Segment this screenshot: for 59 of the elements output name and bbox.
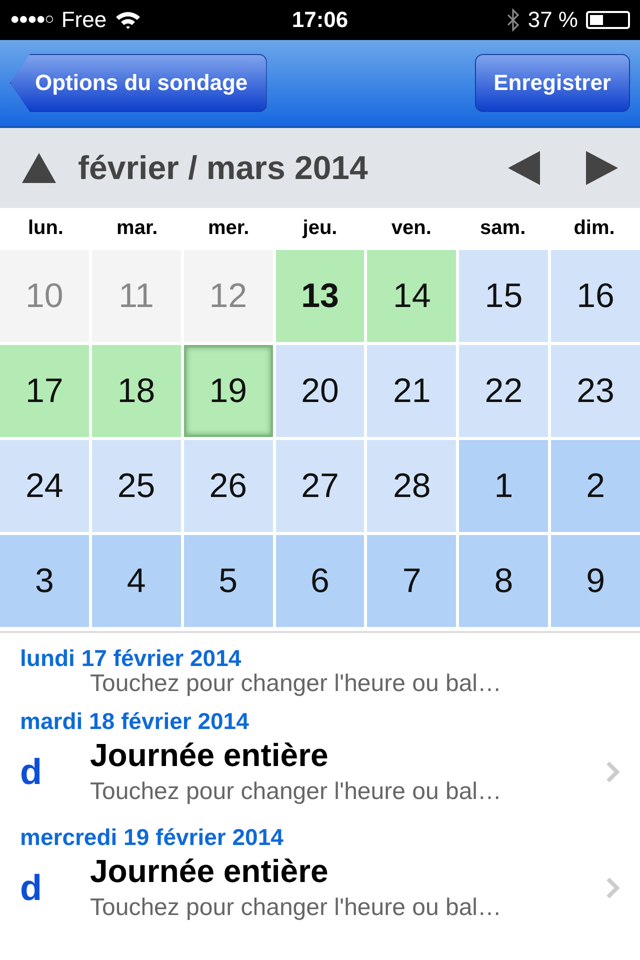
weekday-label: dim. bbox=[572, 216, 616, 240]
weekday-label: ven. bbox=[390, 216, 432, 240]
carrier-name: Free bbox=[61, 7, 107, 33]
day-cell[interactable]: 3 bbox=[0, 535, 89, 627]
weekday-label: sam. bbox=[479, 216, 527, 240]
day-cell[interactable]: 15 bbox=[459, 250, 548, 342]
day-cell[interactable]: 25 bbox=[92, 440, 181, 532]
weekday-label: mar. bbox=[116, 216, 159, 240]
up-triangle-icon[interactable] bbox=[22, 153, 56, 183]
day-cell[interactable]: 21 bbox=[367, 345, 456, 437]
clock-time: 17:06 bbox=[292, 7, 348, 33]
day-cell[interactable]: 5 bbox=[184, 535, 273, 627]
wifi-icon bbox=[114, 10, 141, 30]
day-cell[interactable]: 27 bbox=[276, 440, 364, 532]
chevron-icon bbox=[606, 760, 620, 782]
day-cell[interactable]: 6 bbox=[276, 535, 364, 627]
weekday-label: mer. bbox=[206, 216, 250, 240]
battery-percentage: 37 % bbox=[528, 7, 578, 33]
day-cell[interactable]: 17 bbox=[0, 345, 89, 437]
day-cell[interactable]: 16 bbox=[551, 250, 640, 342]
back-button[interactable]: Options du sondage bbox=[10, 54, 267, 112]
row-subtitle: Touchez pour changer l'heure ou bal… bbox=[90, 778, 503, 806]
day-cell[interactable]: 22 bbox=[459, 345, 548, 437]
day-cell[interactable]: 7 bbox=[367, 535, 456, 627]
previous-month-icon[interactable] bbox=[508, 151, 540, 185]
battery-icon bbox=[586, 11, 630, 29]
row-subtitle: Touchez pour changer l'heure ou bal… bbox=[90, 672, 502, 696]
section-header: mardi 18 février 2014 bbox=[19, 707, 250, 735]
day-cell[interactable]: 18 bbox=[92, 345, 181, 437]
next-month-icon[interactable] bbox=[586, 151, 618, 185]
chevron-icon bbox=[606, 876, 620, 898]
list-row[interactable]: d Journée entière Touchez pour changer l'heure ou bal… bbox=[0, 851, 640, 928]
section-header: mercredi 19 février 2014 bbox=[19, 823, 284, 851]
row-subtitle: Touchez pour changer l'heure ou bal… bbox=[90, 894, 503, 922]
day-cell[interactable]: 19 bbox=[184, 345, 273, 437]
day-cell[interactable]: 14 bbox=[367, 250, 456, 342]
day-cell[interactable]: 24 bbox=[0, 440, 89, 532]
day-letter-icon: d bbox=[20, 750, 90, 792]
list-row[interactable]: d Journée entière Touchez pour changer l'heure ou bal… bbox=[0, 735, 640, 812]
day-cell[interactable]: 8 bbox=[459, 535, 548, 627]
day-cell[interactable]: 20 bbox=[276, 345, 364, 437]
bluetooth-icon bbox=[506, 8, 520, 32]
day-cell[interactable]: 26 bbox=[184, 440, 273, 532]
day-cell[interactable]: 9 bbox=[551, 535, 640, 627]
day-cell[interactable]: 4 bbox=[92, 535, 181, 627]
day-cell[interactable]: 1 bbox=[459, 440, 548, 532]
day-cell[interactable]: 28 bbox=[367, 440, 456, 532]
save-button[interactable]: Enregistrer bbox=[474, 54, 630, 112]
row-title: Journée entière bbox=[90, 737, 330, 774]
day-cell[interactable]: 23 bbox=[551, 345, 640, 437]
signal-strength: ●●●●○ bbox=[10, 11, 54, 29]
day-letter-icon: d bbox=[20, 866, 90, 908]
day-cell[interactable]: 2 bbox=[551, 440, 640, 532]
row-title: Journée entière bbox=[90, 853, 330, 890]
weekday-label: jeu. bbox=[302, 216, 338, 240]
day-cell[interactable]: 13 bbox=[276, 250, 364, 342]
weekday-label: lun. bbox=[26, 216, 64, 240]
month-title: février / mars 2014 bbox=[78, 149, 368, 187]
section-header: lundi 17 février 2014 bbox=[19, 644, 242, 672]
